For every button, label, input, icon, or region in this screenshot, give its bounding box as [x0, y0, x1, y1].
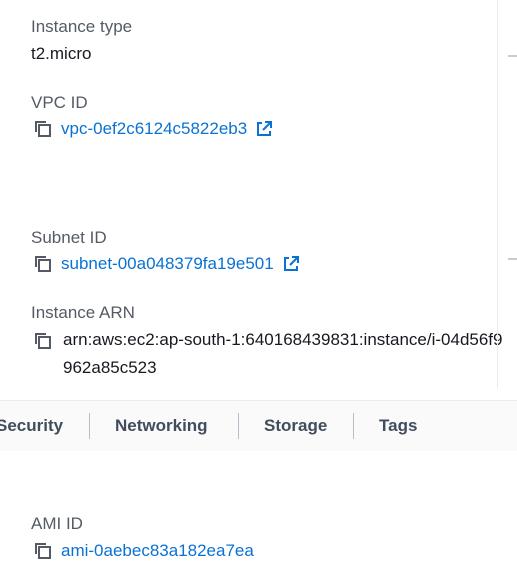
tab-networking[interactable]: Networking — [115, 401, 208, 451]
instance-arn-value: arn:aws:ec2:ap-south-1:640168439831:inst… — [63, 330, 503, 377]
ami-id-label: AMI ID — [31, 514, 83, 533]
vpc-id-row: vpc-0ef2c6124c5822eb3 — [33, 119, 273, 139]
vpc-id-label: VPC ID — [31, 93, 88, 112]
external-link-icon[interactable] — [255, 120, 273, 138]
details-tabs: Security Networking Storage Tags — [0, 400, 517, 452]
tab-security[interactable]: Security — [0, 401, 63, 451]
instance-details-panel: Instance type t2.micro VPC ID vpc-0ef2c6… — [0, 0, 503, 388]
adjacent-column-fragment — [508, 55, 517, 57]
instance-type-label: Instance type — [31, 17, 133, 36]
column-divider — [497, 0, 498, 388]
security-details-panel: AMI ID ami-0aebec83a182ea7ea — [0, 451, 517, 568]
tab-divider — [353, 413, 354, 439]
tab-storage[interactable]: Storage — [264, 401, 327, 451]
copy-icon[interactable] — [33, 541, 53, 561]
subnet-id-row: subnet-00a048379fa19e501 — [33, 254, 300, 274]
copy-icon[interactable] — [33, 331, 53, 351]
ami-id-row: ami-0aebec83a182ea7ea — [33, 541, 254, 561]
copy-icon[interactable] — [33, 254, 53, 274]
external-link-icon[interactable] — [282, 255, 300, 273]
tab-divider — [238, 413, 239, 439]
vpc-id-link[interactable]: vpc-0ef2c6124c5822eb3 — [61, 119, 247, 139]
ami-id-link[interactable]: ami-0aebec83a182ea7ea — [61, 541, 254, 561]
tab-divider — [89, 413, 90, 439]
subnet-id-label: Subnet ID — [31, 228, 107, 247]
subnet-id-link[interactable]: subnet-00a048379fa19e501 — [61, 254, 274, 274]
instance-arn-label: Instance ARN — [31, 303, 135, 322]
instance-type-value: t2.micro — [31, 44, 92, 63]
adjacent-column-fragment — [508, 258, 517, 260]
copy-icon[interactable] — [33, 119, 53, 139]
tab-tags[interactable]: Tags — [379, 401, 417, 451]
